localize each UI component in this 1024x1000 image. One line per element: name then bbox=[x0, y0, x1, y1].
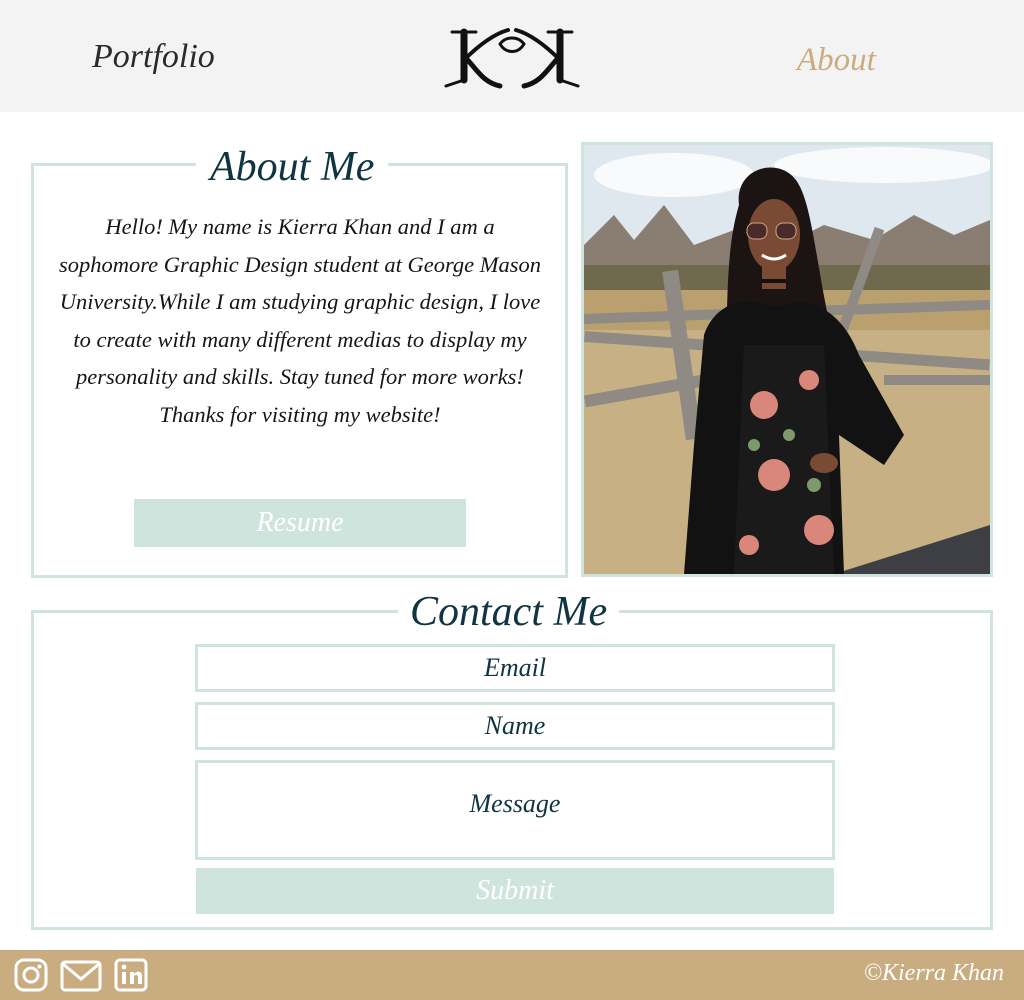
copyright-text: ©Kierra Khan bbox=[863, 960, 1004, 986]
linkedin-icon[interactable] bbox=[114, 958, 148, 992]
name-field[interactable]: Name bbox=[195, 702, 835, 750]
mail-icon[interactable] bbox=[60, 960, 102, 992]
nav-about-link[interactable]: About bbox=[797, 42, 876, 79]
header: Portfolio About bbox=[0, 0, 1024, 112]
about-title: About Me bbox=[196, 143, 389, 191]
message-field[interactable]: Message bbox=[195, 760, 835, 860]
nav-portfolio-link[interactable]: Portfolio bbox=[92, 38, 215, 76]
email-field[interactable]: Email bbox=[195, 644, 835, 692]
instagram-icon[interactable] bbox=[14, 958, 48, 992]
about-bio-text: Hello! My name is Kierra Khan and I am a… bbox=[58, 214, 542, 427]
contact-title: Contact Me bbox=[398, 588, 620, 636]
profile-photo bbox=[581, 142, 993, 577]
submit-button[interactable]: Submit bbox=[196, 868, 834, 914]
resume-button[interactable]: Resume bbox=[134, 499, 466, 547]
kk-monogram-logo[interactable] bbox=[442, 24, 582, 92]
footer: ©Kierra Khan bbox=[0, 950, 1024, 1000]
